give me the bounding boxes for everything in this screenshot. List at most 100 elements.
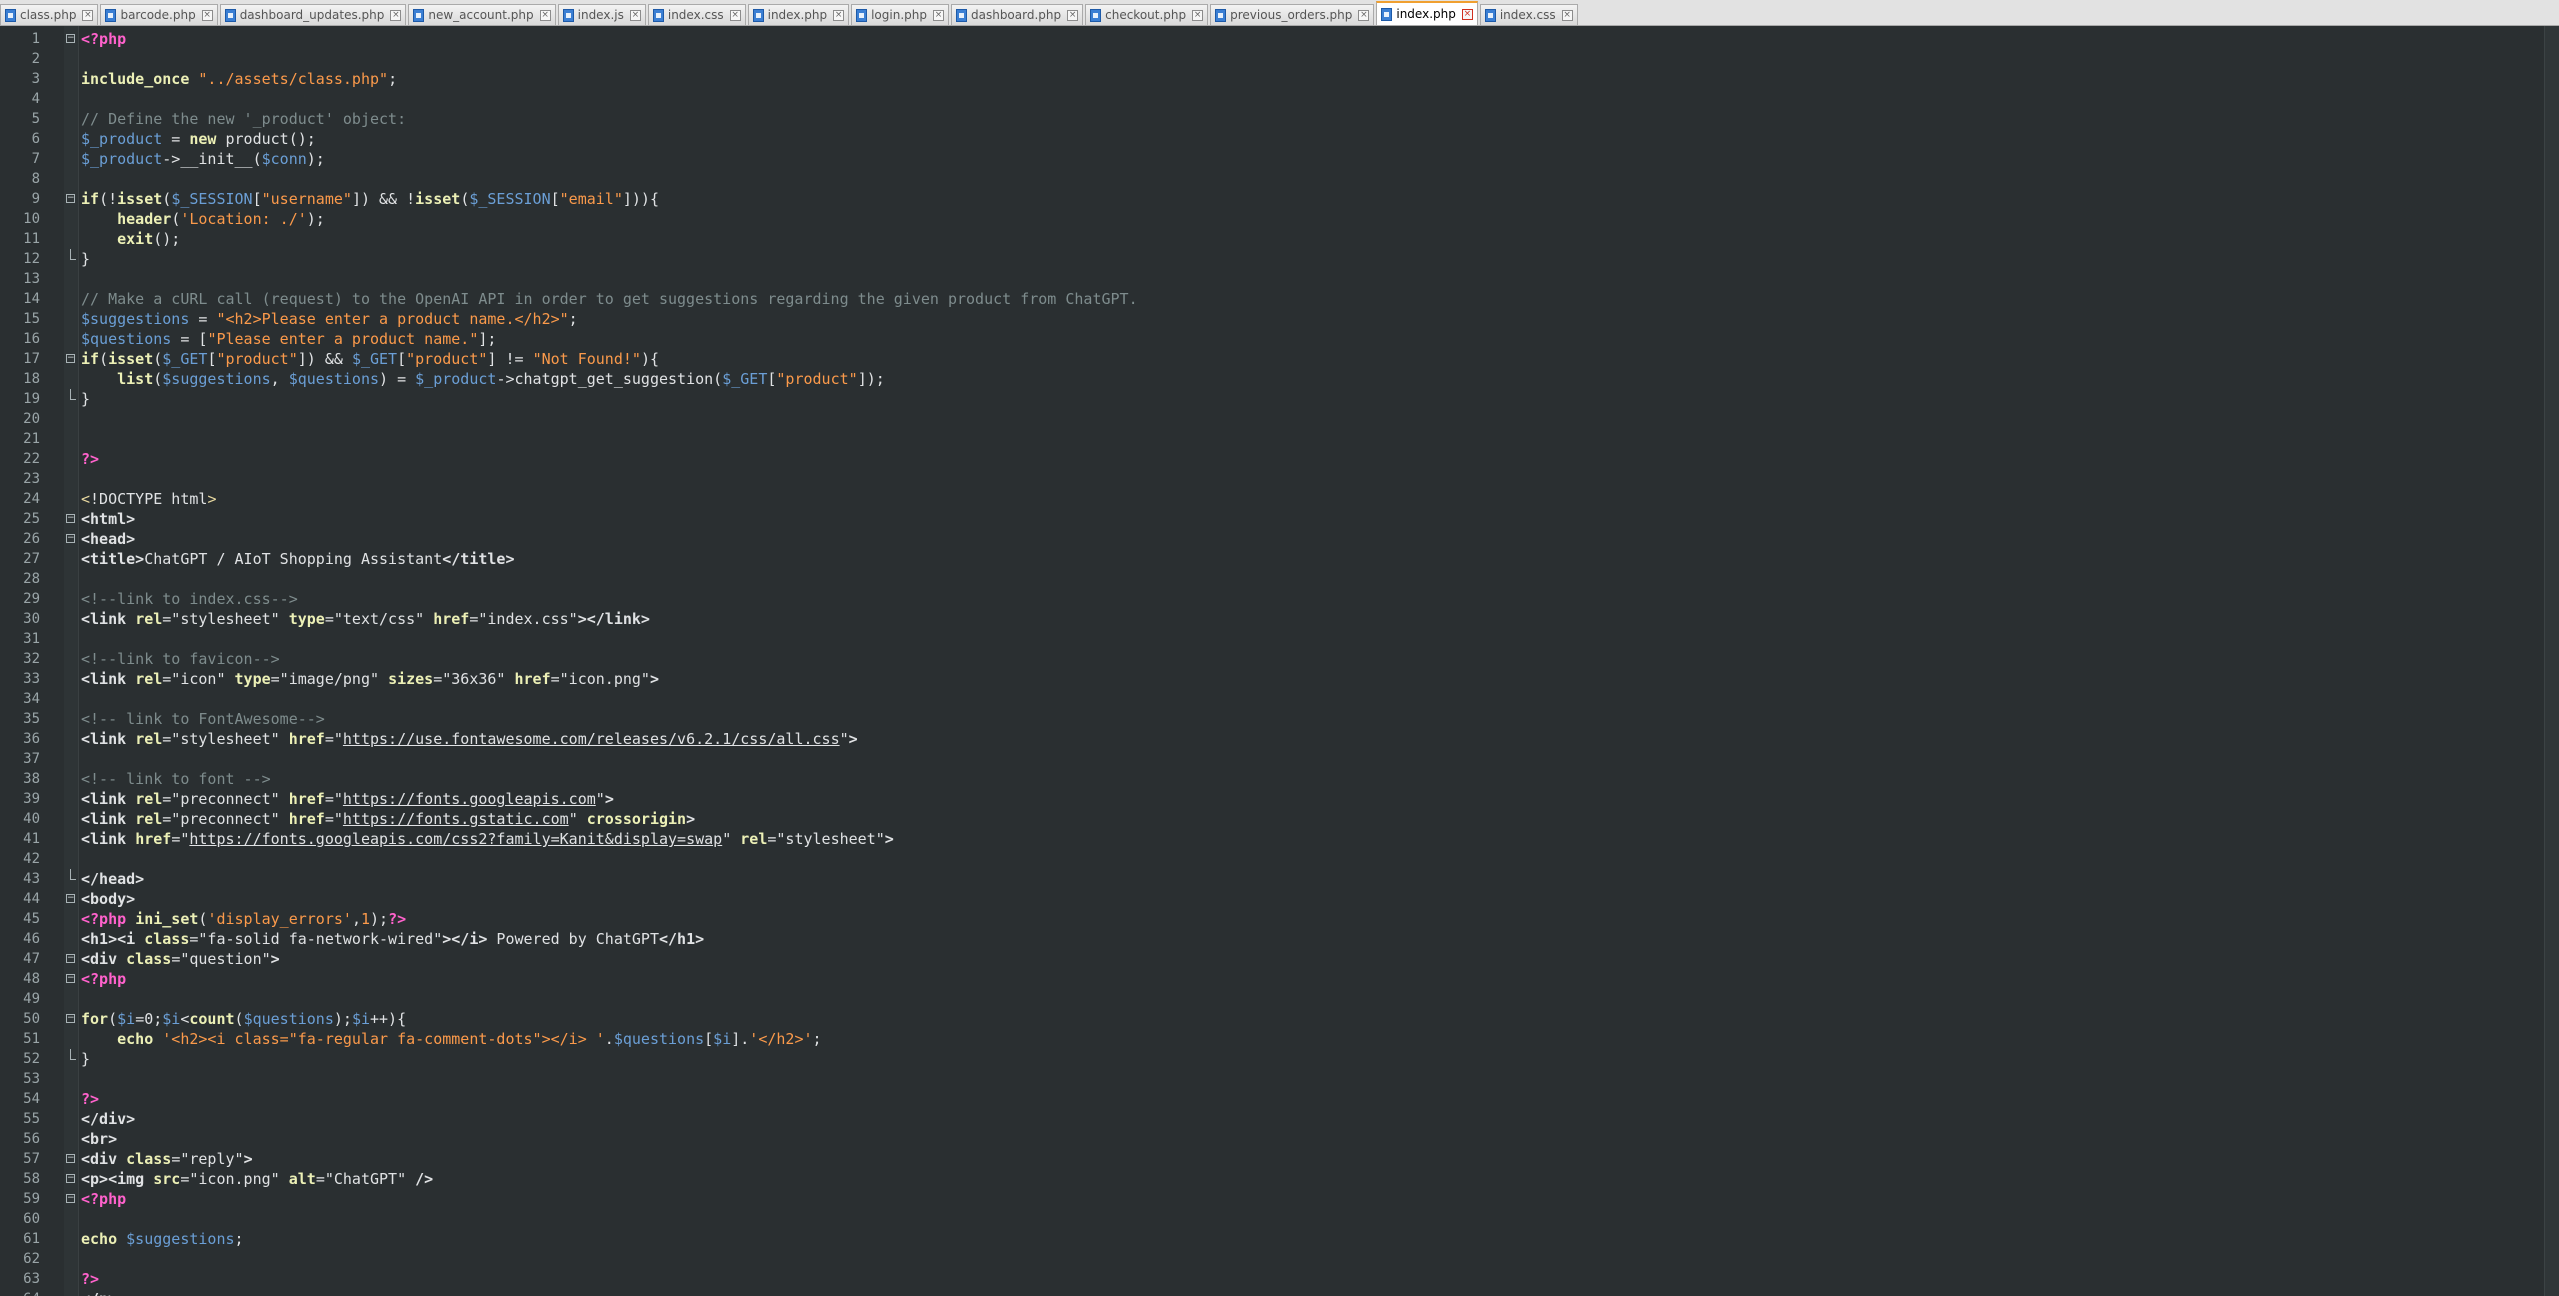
close-icon[interactable]: × xyxy=(1562,10,1573,21)
code-line[interactable]: 40<link rel="preconnect" href="https://f… xyxy=(0,809,2545,829)
close-icon[interactable]: × xyxy=(630,10,641,21)
tab-checkout-php[interactable]: checkout.php× xyxy=(1085,4,1208,25)
code-line[interactable]: 17−if(isset($_GET["product"]) && $_GET["… xyxy=(0,349,2545,369)
code-line[interactable]: 64</p> xyxy=(0,1289,2545,1296)
code-line[interactable]: 54?> xyxy=(0,1089,2545,1109)
fold-minus-icon[interactable]: − xyxy=(66,514,75,523)
code-line[interactable]: 52} xyxy=(0,1049,2545,1069)
tab-dashboard-updates-php[interactable]: dashboard_updates.php× xyxy=(220,4,407,25)
code-line[interactable]: 18 list($suggestions, $questions) = $_pr… xyxy=(0,369,2545,389)
close-icon[interactable]: × xyxy=(82,10,93,21)
code-line[interactable]: 25−<html> xyxy=(0,509,2545,529)
close-icon[interactable]: × xyxy=(1192,10,1203,21)
code-line[interactable]: 46<h1><i class="fa-solid fa-network-wire… xyxy=(0,929,2545,949)
code-line[interactable]: 7$_product->__init__($conn); xyxy=(0,149,2545,169)
tab-previous-orders-php[interactable]: previous_orders.php× xyxy=(1210,4,1374,25)
code-line[interactable]: 50−for($i=0;$i<count($questions);$i++){ xyxy=(0,1009,2545,1029)
close-icon[interactable]: × xyxy=(1067,10,1078,21)
code-line[interactable]: 36<link rel="stylesheet" href="https://u… xyxy=(0,729,2545,749)
code-line[interactable]: 55</div> xyxy=(0,1109,2545,1129)
code-line[interactable]: 31 xyxy=(0,629,2545,649)
code-line[interactable]: 39<link rel="preconnect" href="https://f… xyxy=(0,789,2545,809)
fold-minus-icon[interactable]: − xyxy=(66,1154,75,1163)
tab-barcode-php[interactable]: barcode.php× xyxy=(100,4,217,25)
close-icon[interactable]: × xyxy=(730,10,741,21)
code-line[interactable]: 10 header('Location: ./'); xyxy=(0,209,2545,229)
code-line[interactable]: 22?> xyxy=(0,449,2545,469)
code-line[interactable]: 49 xyxy=(0,989,2545,1009)
code-line[interactable]: 56<br> xyxy=(0,1129,2545,1149)
code-line[interactable]: 15$suggestions = "<h2>Please enter a pro… xyxy=(0,309,2545,329)
code-line[interactable]: 27<title>ChatGPT / AIoT Shopping Assista… xyxy=(0,549,2545,569)
tab-index-php[interactable]: index.php× xyxy=(1376,1,1477,25)
close-icon[interactable]: × xyxy=(1358,10,1369,21)
fold-minus-icon[interactable]: − xyxy=(66,1174,75,1183)
code-line[interactable]: 61echo $suggestions; xyxy=(0,1229,2545,1249)
code-line[interactable]: 60 xyxy=(0,1209,2545,1229)
code-line[interactable]: 8 xyxy=(0,169,2545,189)
code-line[interactable]: 45<?php ini_set('display_errors',1);?> xyxy=(0,909,2545,929)
code-line[interactable]: 51 echo '<h2><i class="fa-regular fa-com… xyxy=(0,1029,2545,1049)
code-line[interactable]: 28 xyxy=(0,569,2545,589)
close-icon[interactable]: × xyxy=(202,10,213,21)
code-line[interactable]: 41<link href="https://fonts.googleapis.c… xyxy=(0,829,2545,849)
code-line[interactable]: 58−<p><img src="icon.png" alt="ChatGPT" … xyxy=(0,1169,2545,1189)
code-line[interactable]: 47−<div class="question"> xyxy=(0,949,2545,969)
code-line[interactable]: 42 xyxy=(0,849,2545,869)
fold-minus-icon[interactable]: − xyxy=(66,954,75,963)
tab-class-php[interactable]: class.php× xyxy=(0,4,98,25)
code-line[interactable]: 16$questions = ["Please enter a product … xyxy=(0,329,2545,349)
vertical-scrollbar[interactable] xyxy=(2544,26,2559,1296)
code-line[interactable]: 13 xyxy=(0,269,2545,289)
code-editor[interactable]: 1−<?php23include_once "../assets/class.p… xyxy=(0,26,2559,1296)
code-line[interactable]: 2 xyxy=(0,49,2545,69)
code-line[interactable]: 1−<?php xyxy=(0,29,2545,49)
code-line[interactable]: 57−<div class="reply"> xyxy=(0,1149,2545,1169)
code-line[interactable]: 21 xyxy=(0,429,2545,449)
code-line[interactable]: 14// Make a cURL call (request) to the O… xyxy=(0,289,2545,309)
close-icon[interactable]: × xyxy=(540,10,551,21)
code-line[interactable]: 19} xyxy=(0,389,2545,409)
fold-minus-icon[interactable]: − xyxy=(66,34,75,43)
tab-index-php[interactable]: index.php× xyxy=(748,4,849,25)
code-line[interactable]: 12} xyxy=(0,249,2545,269)
fold-minus-icon[interactable]: − xyxy=(66,974,75,983)
code-line[interactable]: 5// Define the new '_product' object: xyxy=(0,109,2545,129)
code-line[interactable]: 59−<?php xyxy=(0,1189,2545,1209)
code-line[interactable]: 38<!-- link to font --> xyxy=(0,769,2545,789)
code-line[interactable]: 37 xyxy=(0,749,2545,769)
code-line[interactable]: 34 xyxy=(0,689,2545,709)
close-icon[interactable]: × xyxy=(933,10,944,21)
code-line[interactable]: 44−<body> xyxy=(0,889,2545,909)
fold-minus-icon[interactable]: − xyxy=(66,194,75,203)
code-line[interactable]: 29<!--link to index.css--> xyxy=(0,589,2545,609)
code-line[interactable]: 24<!DOCTYPE html> xyxy=(0,489,2545,509)
fold-minus-icon[interactable]: − xyxy=(66,354,75,363)
tab-index-css[interactable]: index.css× xyxy=(1480,4,1578,25)
code-line[interactable]: 63?> xyxy=(0,1269,2545,1289)
code-line[interactable]: 26−<head> xyxy=(0,529,2545,549)
tab-index-js[interactable]: index.js× xyxy=(558,4,646,25)
close-icon[interactable]: × xyxy=(1462,9,1473,20)
code-line[interactable]: 3include_once "../assets/class.php"; xyxy=(0,69,2545,89)
fold-minus-icon[interactable]: − xyxy=(66,534,75,543)
code-line[interactable]: 43</head> xyxy=(0,869,2545,889)
code-line[interactable]: 23 xyxy=(0,469,2545,489)
code-line[interactable]: 6$_product = new product(); xyxy=(0,129,2545,149)
fold-minus-icon[interactable]: − xyxy=(66,894,75,903)
code-line[interactable]: 53 xyxy=(0,1069,2545,1089)
code-line[interactable]: 9−if(!isset($_SESSION["username"]) && !i… xyxy=(0,189,2545,209)
tab-index-css[interactable]: index.css× xyxy=(648,4,746,25)
code-line[interactable]: 32<!--link to favicon--> xyxy=(0,649,2545,669)
tab-new-account-php[interactable]: new_account.php× xyxy=(408,4,555,25)
code-lines[interactable]: 1−<?php23include_once "../assets/class.p… xyxy=(0,29,2545,1296)
close-icon[interactable]: × xyxy=(833,10,844,21)
tab-dashboard-php[interactable]: dashboard.php× xyxy=(951,4,1083,25)
code-line[interactable]: 30<link rel="stylesheet" type="text/css"… xyxy=(0,609,2545,629)
fold-minus-icon[interactable]: − xyxy=(66,1014,75,1023)
code-line[interactable]: 35<!-- link to FontAwesome--> xyxy=(0,709,2545,729)
code-line[interactable]: 33<link rel="icon" type="image/png" size… xyxy=(0,669,2545,689)
fold-minus-icon[interactable]: − xyxy=(66,1194,75,1203)
tab-login-php[interactable]: login.php× xyxy=(851,4,949,25)
code-line[interactable]: 48−<?php xyxy=(0,969,2545,989)
